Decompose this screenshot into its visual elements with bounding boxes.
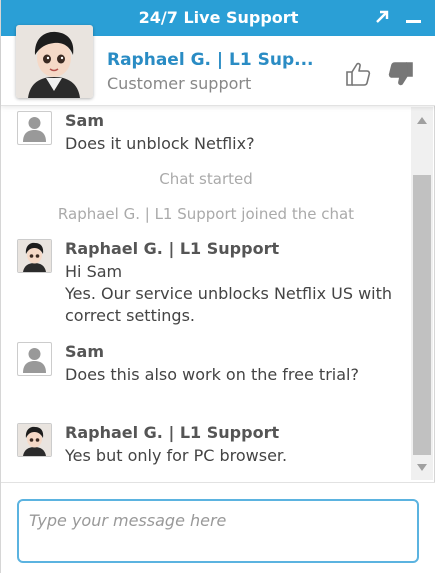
scrollbar-thumb[interactable] [413, 175, 431, 455]
chat-widget: 24/7 Live Support Raphael G. | L1 Sup...… [0, 0, 435, 573]
message-sender: Raphael G. | L1 Support [65, 423, 280, 442]
message-sender: Raphael G. | L1 Support [65, 239, 280, 258]
user-silhouette-icon [17, 111, 52, 145]
chat-scrollbar[interactable] [411, 107, 433, 480]
message-line: Yes. Our service unblocks Netflix US wit… [65, 284, 393, 325]
agent-name: Raphael G. | L1 Sup... [107, 50, 314, 70]
agent-role: Customer support [107, 74, 252, 93]
message-line: Hi Sam [65, 262, 123, 281]
system-message: Raphael G. | L1 Support joined the chat [57, 205, 355, 223]
chat-message: Sam Does this also work on the free tria… [17, 340, 402, 410]
user-silhouette-icon [17, 342, 52, 376]
expand-icon[interactable] [373, 8, 391, 26]
agent-avatar-small [17, 423, 52, 457]
agent-avatar [16, 25, 93, 98]
message-text: Does this also work on the free trial? [65, 365, 359, 384]
thumbs-up-icon[interactable] [344, 60, 372, 88]
scroll-down-icon[interactable] [417, 464, 427, 471]
chat-message: Raphael G. | L1 Support Yes but only for… [17, 421, 402, 471]
message-sender: Sam [65, 111, 104, 130]
chat-transcript[interactable]: Sam Does it unblock Netflix? Chat starte… [1, 107, 411, 480]
chat-message: Sam Does it unblock Netflix? [17, 109, 402, 155]
message-text: Hi Sam Yes. Our service unblocks Netflix… [65, 261, 405, 327]
message-composer [1, 482, 435, 573]
message-input[interactable] [17, 499, 419, 563]
scroll-up-icon[interactable] [417, 117, 427, 124]
system-message: Chat started [159, 170, 253, 188]
thumbs-down-icon[interactable] [387, 60, 415, 88]
message-text: Does it unblock Netflix? [65, 134, 255, 153]
message-sender: Sam [65, 342, 104, 361]
chat-message: Raphael G. | L1 Support Hi Sam Yes. Our … [17, 237, 402, 327]
minimize-icon[interactable] [405, 8, 423, 26]
message-text: Yes but only for PC browser. [65, 446, 288, 465]
agent-avatar-small [17, 239, 52, 273]
